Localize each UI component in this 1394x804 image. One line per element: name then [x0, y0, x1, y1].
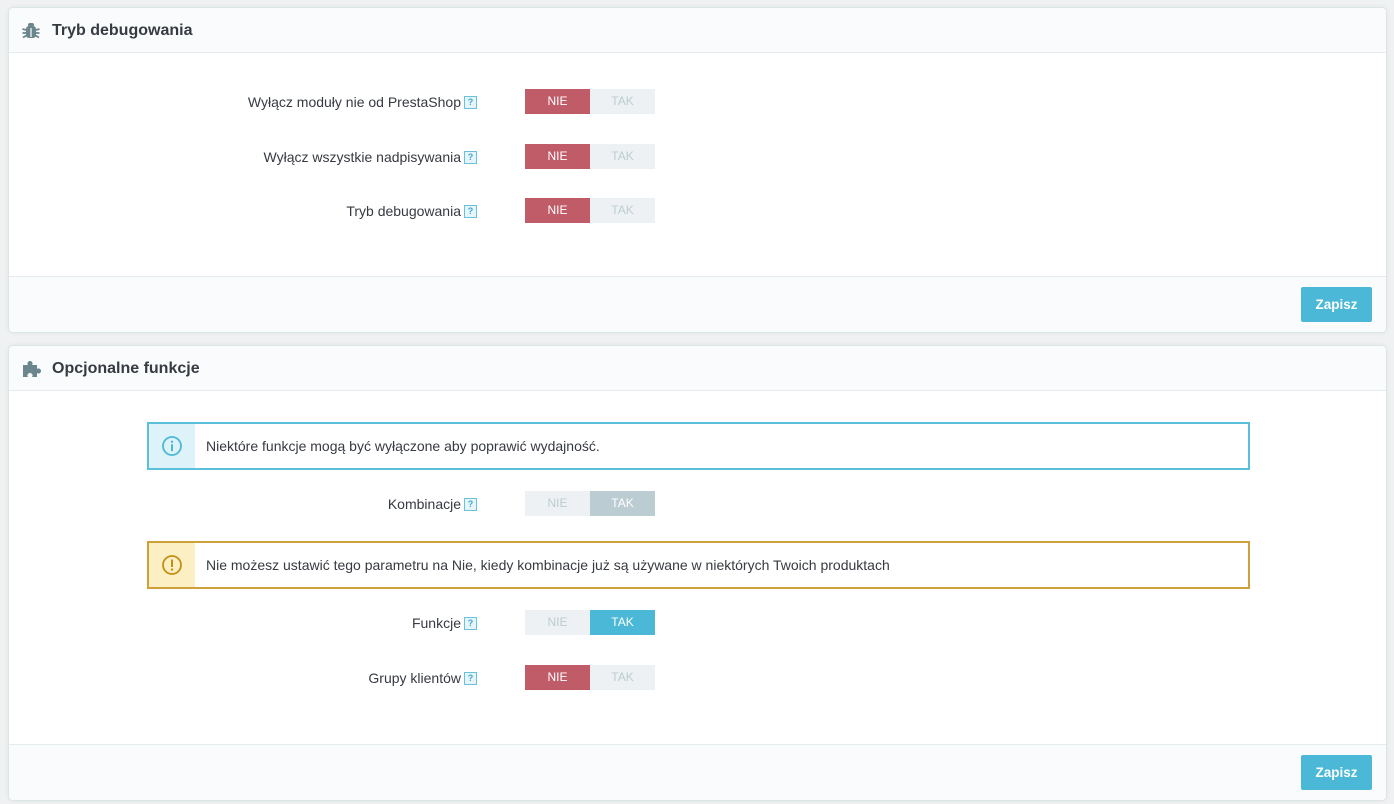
- switch-option-yes[interactable]: TAK: [590, 665, 655, 690]
- switch-option-yes: TAK: [590, 491, 655, 516]
- warning-alert-text: Nie możesz ustawić tego parametru na Nie…: [206, 557, 890, 573]
- save-button[interactable]: Zapisz: [1301, 755, 1372, 790]
- panel-title: Opcjonalne funkcje: [52, 360, 200, 377]
- help-icon[interactable]: ?: [464, 151, 477, 164]
- toggle-switch[interactable]: NIE TAK: [525, 610, 655, 635]
- switch-option-no[interactable]: NIE: [525, 144, 590, 169]
- help-icon[interactable]: ?: [464, 498, 477, 511]
- toggle-switch[interactable]: NIE TAK: [525, 665, 655, 690]
- toggle-switch[interactable]: NIE TAK: [525, 198, 655, 223]
- panel-heading: Opcjonalne funkcje: [9, 346, 1386, 391]
- warning-alert: Nie możesz ustawić tego parametru na Nie…: [147, 541, 1250, 589]
- field-label: Tryb debugowania: [346, 203, 461, 219]
- switch-option-no[interactable]: NIE: [525, 665, 590, 690]
- field-disable-all-overrides: Wyłącz wszystkie nadpisywania ? NIE TAK: [9, 144, 1386, 170]
- switch-option-no: NIE: [525, 491, 590, 516]
- toggle-switch[interactable]: NIE TAK: [525, 144, 655, 169]
- field-disable-non-prestashop-modules: Wyłącz moduły nie od PrestaShop ? NIE TA…: [9, 89, 1386, 115]
- help-icon[interactable]: ?: [464, 617, 477, 630]
- field-label: Kombinacje: [387, 496, 461, 512]
- warning-icon-box: [149, 543, 195, 587]
- info-icon-box: [149, 424, 195, 468]
- panel-footer: Zapisz: [9, 276, 1386, 332]
- toggle-switch[interactable]: NIE TAK: [525, 89, 655, 114]
- puzzle-icon: [23, 361, 41, 377]
- switch-option-no[interactable]: NIE: [525, 198, 590, 223]
- panel-heading: Tryb debugowania: [9, 8, 1386, 53]
- save-button[interactable]: Zapisz: [1301, 287, 1372, 322]
- help-icon[interactable]: ?: [464, 96, 477, 109]
- switch-option-yes[interactable]: TAK: [590, 89, 655, 114]
- field-label: Wyłącz wszystkie nadpisywania: [263, 149, 462, 165]
- field-combinations: Kombinacje ? NIE TAK: [9, 491, 1386, 517]
- help-icon[interactable]: ?: [464, 205, 477, 218]
- toggle-switch-disabled: NIE TAK: [525, 491, 655, 516]
- bug-icon: [22, 23, 40, 39]
- panel-title: Tryb debugowania: [52, 22, 193, 39]
- panel-footer: Zapisz: [9, 744, 1386, 800]
- debug-mode-panel: Tryb debugowania Wyłącz moduły nie od Pr…: [8, 7, 1387, 333]
- switch-option-no[interactable]: NIE: [525, 89, 590, 114]
- switch-option-yes[interactable]: TAK: [590, 198, 655, 223]
- field-features: Funkcje ? NIE TAK: [9, 610, 1386, 636]
- info-icon: [162, 436, 182, 456]
- field-customer-groups: Grupy klientów ? NIE TAK: [9, 665, 1386, 691]
- optional-features-panel: Opcjonalne funkcje Niektóre funkcje mogą…: [8, 345, 1387, 801]
- field-label: Wyłącz moduły nie od PrestaShop: [247, 94, 461, 110]
- field-label: Funkcje: [411, 615, 461, 631]
- field-debug-mode: Tryb debugowania ? NIE TAK: [9, 198, 1386, 224]
- switch-option-yes[interactable]: TAK: [590, 144, 655, 169]
- info-alert-text: Niektóre funkcje mogą być wyłączone aby …: [206, 438, 600, 454]
- switch-option-yes[interactable]: TAK: [590, 610, 655, 635]
- help-icon[interactable]: ?: [464, 672, 477, 685]
- warning-icon: [162, 555, 182, 575]
- info-alert: Niektóre funkcje mogą być wyłączone aby …: [147, 422, 1250, 470]
- switch-option-no[interactable]: NIE: [525, 610, 590, 635]
- field-label: Grupy klientów: [368, 670, 461, 686]
